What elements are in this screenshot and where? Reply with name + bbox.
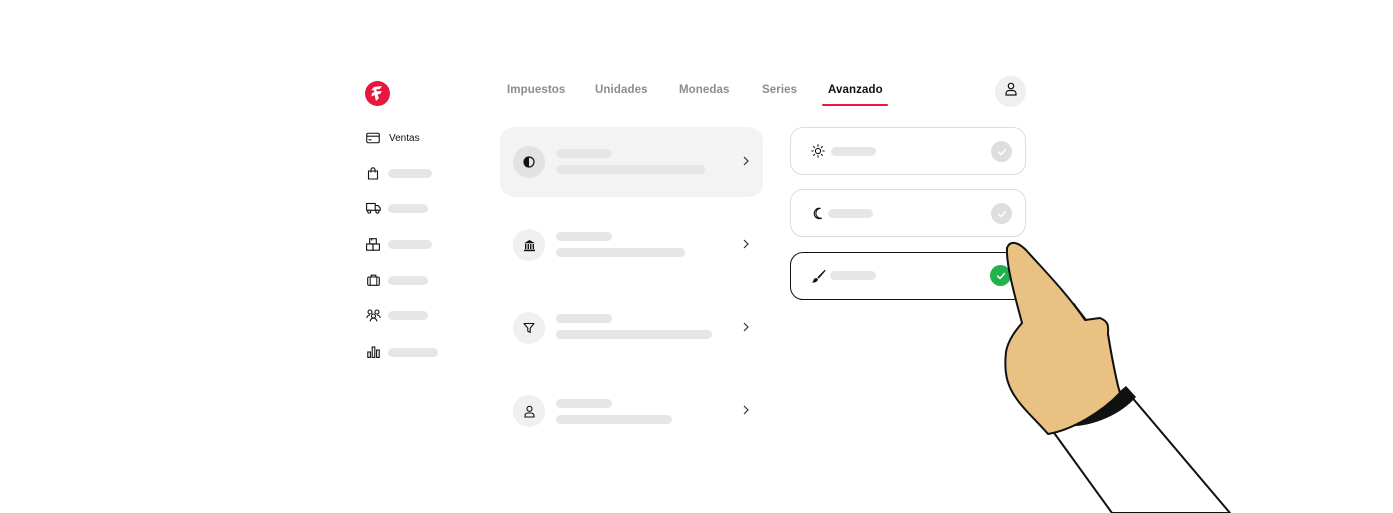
item-subtitle-placeholder — [556, 415, 672, 424]
active-tab-indicator — [822, 104, 888, 106]
boxes-icon — [365, 236, 381, 252]
sidebar-item-label-placeholder — [388, 203, 428, 213]
sidebar-item-briefcase[interactable] — [365, 272, 428, 288]
bar-chart-icon — [365, 344, 381, 360]
sidebar-item-shipping[interactable] — [365, 200, 428, 216]
users-icon — [365, 307, 381, 323]
chevron-right-icon — [743, 405, 749, 415]
item-title-placeholder — [556, 232, 612, 241]
tab-unidades[interactable]: Unidades — [595, 84, 648, 96]
app-logo[interactable] — [365, 81, 390, 106]
pointing-hand-icon — [1004, 242, 1231, 513]
contrast-icon — [513, 146, 545, 178]
sidebar-item-label: Ventas — [389, 132, 420, 144]
item-title-placeholder — [556, 149, 612, 158]
sun-icon — [810, 143, 826, 159]
tab-series[interactable]: Series — [762, 84, 797, 96]
check-icon — [991, 203, 1012, 224]
sidebar-item-label-placeholder — [388, 310, 428, 320]
chevron-right-icon — [743, 322, 749, 332]
filter-icon — [513, 312, 545, 344]
sidebar-item-users[interactable] — [365, 307, 428, 323]
settings-item-account[interactable] — [500, 376, 763, 446]
tab-impuestos[interactable]: Impuestos — [507, 84, 565, 96]
sidebar-item-label-placeholder — [388, 168, 432, 178]
item-subtitle-placeholder — [556, 165, 705, 174]
moon-icon — [810, 205, 826, 221]
option-label-placeholder — [828, 209, 873, 218]
sidebar-item-inventory[interactable] — [365, 236, 432, 252]
item-title-placeholder — [556, 314, 612, 323]
user-icon — [513, 395, 545, 427]
paintbrush-icon — [810, 268, 826, 284]
tab-avanzado[interactable]: Avanzado — [828, 84, 883, 96]
check-icon — [991, 141, 1012, 162]
settings-item-appearance[interactable] — [500, 127, 763, 197]
briefcase-icon — [365, 272, 381, 288]
tab-monedas[interactable]: Monedas — [679, 84, 730, 96]
chevron-right-icon — [743, 156, 749, 166]
sidebar-item-reports[interactable] — [365, 344, 438, 360]
sidebar-item-label-placeholder — [388, 347, 438, 357]
credit-card-icon — [365, 130, 381, 146]
theme-option-light[interactable] — [790, 127, 1026, 175]
option-label-placeholder — [831, 147, 876, 156]
item-subtitle-placeholder — [556, 248, 685, 257]
sidebar-item-label-placeholder — [388, 275, 428, 285]
chevron-right-icon — [743, 239, 749, 249]
shopping-bag-icon — [365, 165, 381, 181]
sidebar-item-ventas[interactable]: Ventas — [365, 130, 420, 146]
profile-button[interactable] — [995, 76, 1026, 107]
user-icon — [1004, 82, 1017, 101]
settings-item-filters[interactable] — [500, 293, 763, 363]
option-label-placeholder — [830, 271, 876, 280]
bank-icon — [513, 229, 545, 261]
item-subtitle-placeholder — [556, 330, 712, 339]
sidebar-item-label-placeholder — [388, 239, 432, 249]
settings-item-bank[interactable] — [500, 210, 763, 280]
truck-icon — [365, 200, 381, 216]
item-title-placeholder — [556, 399, 612, 408]
sidebar-item-shopping[interactable] — [365, 165, 432, 181]
